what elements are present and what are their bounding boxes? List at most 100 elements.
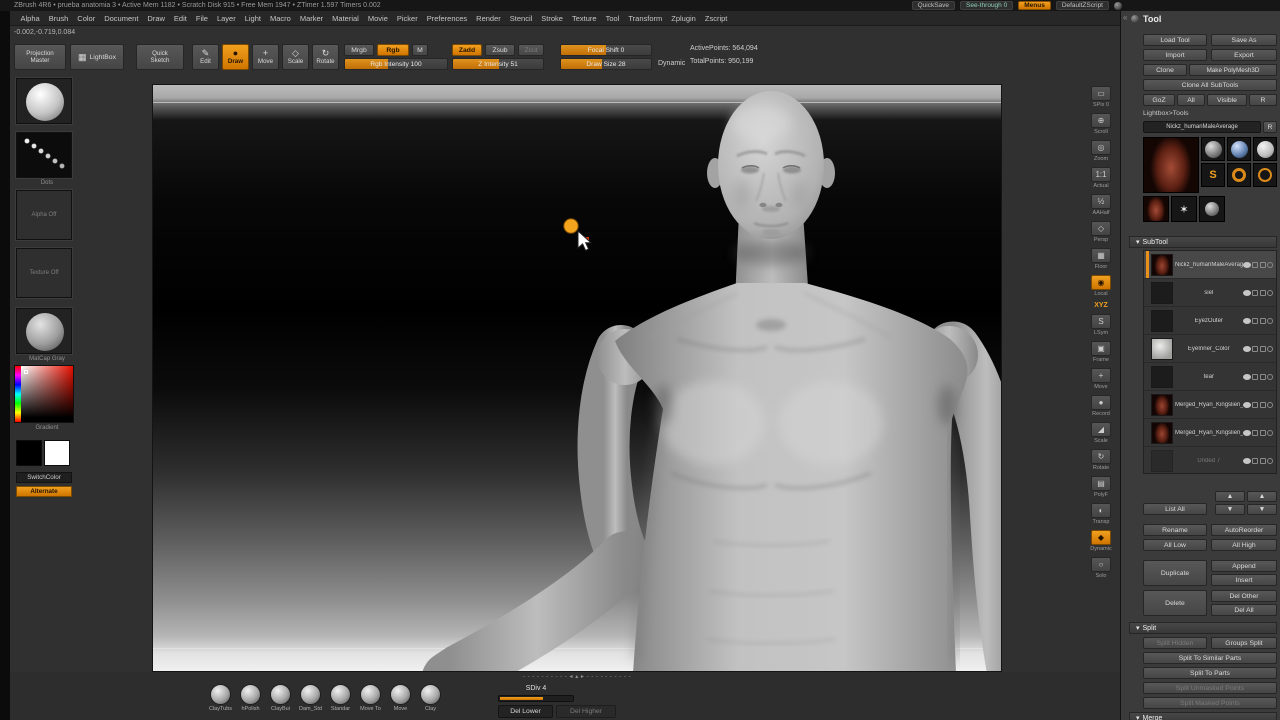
all-high-button[interactable]: All High	[1211, 539, 1277, 551]
delete-button[interactable]: Delete	[1143, 590, 1207, 616]
right-shelf-button[interactable]: ○ Solo	[1091, 557, 1111, 579]
uv-icon[interactable]	[1259, 429, 1266, 436]
render-icon[interactable]	[1267, 317, 1273, 324]
quick-brush-item[interactable]: ClayBui	[267, 684, 294, 712]
menu-item[interactable]: Transform	[624, 14, 667, 23]
menu-item[interactable]: Movie	[363, 14, 392, 23]
secondary-color-swatch[interactable]	[44, 440, 70, 466]
menu-item[interactable]: File	[191, 14, 212, 23]
right-shelf-button[interactable]: ▦ Floor	[1091, 248, 1111, 270]
current-tool-name-field[interactable]: Nickz_humanMaleAverage	[1143, 121, 1261, 133]
polypaint-icon[interactable]	[1252, 261, 1258, 268]
groups-split-button[interactable]: Groups Split	[1211, 637, 1277, 649]
del-all-button[interactable]: Del All	[1211, 604, 1277, 616]
simple-brush-tool[interactable]: S	[1201, 163, 1225, 187]
quick-brush-item[interactable]: Move To	[357, 684, 384, 712]
menu-item[interactable]: Zscript	[700, 14, 732, 23]
menu-item[interactable]: Alpha	[16, 14, 44, 23]
render-icon[interactable]	[1267, 429, 1273, 436]
subtool-thumbnail[interactable]	[1151, 337, 1173, 360]
all-low-button[interactable]: All Low	[1143, 539, 1207, 551]
menu-item[interactable]: Tool	[601, 14, 624, 23]
ring3d-tool[interactable]	[1227, 163, 1251, 187]
split-hidden-button[interactable]: Split Hidden	[1143, 637, 1207, 649]
subtool-row[interactable]: siel	[1144, 279, 1276, 307]
menu-item[interactable]: Render	[472, 14, 506, 23]
right-shelf-button[interactable]: + Move	[1091, 368, 1111, 390]
active-tool-thumbnail[interactable]	[1143, 137, 1199, 193]
subtool-thumbnail[interactable]	[1151, 365, 1173, 388]
uv-icon[interactable]	[1259, 457, 1266, 464]
recent-tool-sphere[interactable]	[1201, 137, 1225, 161]
right-shelf-button[interactable]: ◢ Scale	[1091, 422, 1111, 444]
menu-item[interactable]: Marker	[295, 14, 327, 23]
circle3d-tool[interactable]	[1253, 163, 1277, 187]
render-icon[interactable]	[1267, 345, 1273, 352]
saturation-value-area[interactable]	[21, 366, 73, 422]
right-shelf-button[interactable]: ▣ Frame	[1091, 341, 1111, 363]
alternate-button[interactable]: Alternate	[16, 486, 72, 497]
star3d-tool[interactable]: ✶	[1171, 196, 1197, 222]
split-to-parts-button[interactable]: Split To Parts	[1143, 667, 1277, 679]
material-thumbnail[interactable]	[16, 308, 72, 354]
viewport-canvas[interactable]	[152, 84, 1002, 672]
lightbox-button[interactable]: ▦ LightBox	[70, 44, 124, 70]
right-shelf-button[interactable]: 1:1 Actual	[1091, 167, 1111, 189]
right-shelf-button[interactable]: ▤ PolyF	[1091, 476, 1111, 498]
duplicate-button[interactable]: Duplicate	[1143, 560, 1207, 586]
seethrough-button[interactable]: See-through 0	[960, 1, 1014, 10]
subtool-row[interactable]: Nickz_humanMaleAverage	[1144, 251, 1276, 279]
polymesh3d-tool[interactable]	[1199, 196, 1225, 222]
rename-button[interactable]: Rename	[1143, 524, 1207, 536]
current-brush-thumbnail[interactable]	[16, 78, 72, 124]
subtool-down-button[interactable]: ▼	[1215, 504, 1245, 515]
menu-item[interactable]: Preferences	[422, 14, 471, 23]
render-icon[interactable]	[1267, 261, 1273, 268]
split-similar-parts-button[interactable]: Split To Similar Parts	[1143, 652, 1277, 664]
right-shelf-button[interactable]: S LSym	[1091, 314, 1111, 336]
draw-mode-button[interactable]: ● Draw	[222, 44, 249, 70]
subtool-section-header[interactable]: ▾ SubTool	[1129, 236, 1277, 248]
import-button[interactable]: Import	[1143, 49, 1207, 61]
subtool-row[interactable]: Unded 7	[1144, 447, 1276, 473]
tool-r-button[interactable]: R	[1263, 121, 1277, 133]
tool-palette-header[interactable]: Tool	[1131, 14, 1161, 24]
del-other-button[interactable]: Del Other	[1211, 590, 1277, 602]
subtool-top-button[interactable]: ▲	[1247, 491, 1277, 502]
lightbox-tools-label[interactable]: Lightbox>Tools	[1143, 110, 1189, 117]
subtool-row[interactable]: EyezOuter	[1144, 307, 1276, 335]
menu-item[interactable]: Picker	[392, 14, 422, 23]
visibility-eye-icon[interactable]	[1242, 345, 1251, 352]
quick-brush-item[interactable]: Move	[387, 684, 414, 712]
insert-button[interactable]: Insert	[1211, 574, 1277, 586]
uv-icon[interactable]	[1259, 317, 1266, 324]
make-polymesh3d-button[interactable]: Make PolyMesh3D	[1189, 64, 1277, 76]
texture-thumbnail[interactable]: Texture Off	[16, 248, 72, 298]
visibility-eye-icon[interactable]	[1242, 401, 1251, 408]
polypaint-icon[interactable]	[1252, 289, 1258, 296]
clone-all-subtools-button[interactable]: Clone All SubTools	[1143, 79, 1277, 91]
panel-collapse-icon[interactable]: «	[1123, 13, 1127, 22]
focal-shift-slider[interactable]: Focal Shift 0	[560, 44, 652, 56]
goz-all-button[interactable]: All	[1177, 94, 1205, 106]
z-intensity-slider[interactable]: Z Intensity 51	[452, 58, 544, 70]
list-all-button[interactable]: List All	[1143, 503, 1207, 515]
quick-brush-item[interactable]: Dam_Std	[297, 684, 324, 712]
append-button[interactable]: Append	[1211, 560, 1277, 572]
menu-item[interactable]: Brush	[44, 14, 73, 23]
visibility-eye-icon[interactable]	[1242, 457, 1251, 464]
switchcolor-button[interactable]: SwitchColor	[16, 472, 72, 483]
polypaint-icon[interactable]	[1252, 345, 1258, 352]
quick-sketch-button[interactable]: Quick Sketch	[136, 44, 184, 70]
right-shelf-button[interactable]: ▭ SPix 0	[1091, 86, 1111, 108]
visibility-eye-icon[interactable]	[1242, 289, 1251, 296]
subtool-row[interactable]: tear	[1144, 363, 1276, 391]
quicksave-button[interactable]: QuickSave	[911, 1, 956, 10]
zadd-button[interactable]: Zadd	[452, 44, 482, 56]
polypaint-icon[interactable]	[1252, 429, 1258, 436]
subtool-thumbnail[interactable]	[1151, 253, 1173, 276]
right-shelf-button[interactable]: ◆ Dynamic	[1090, 530, 1112, 552]
subtool-thumbnail[interactable]	[1151, 393, 1173, 416]
projection-master-button[interactable]: Projection Master	[14, 44, 66, 70]
visibility-eye-icon[interactable]	[1242, 373, 1251, 380]
